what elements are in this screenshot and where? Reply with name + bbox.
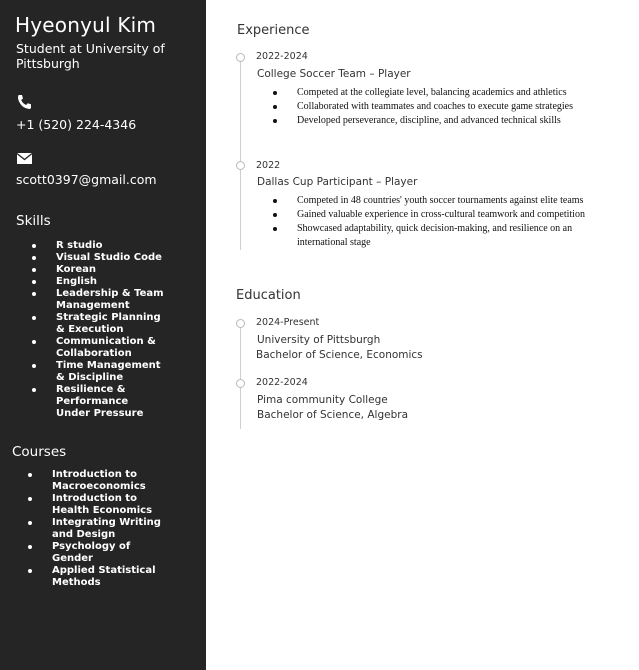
experience-timeline (240, 57, 241, 250)
person-title: Student at University of Pittsburgh (16, 41, 165, 71)
timeline-dot (236, 379, 245, 388)
person-name: Hyeonyul Kim (15, 13, 157, 37)
phone-icon (16, 94, 34, 110)
skill-item: Visual Studio Code (32, 252, 164, 264)
experience-date: 2022-2024 (256, 51, 308, 62)
skill-item: R studio (32, 240, 164, 252)
bullet-item: Competed at the collegiate level, balanc… (273, 86, 597, 100)
education-school: University of Pittsburgh (257, 334, 381, 346)
courses-list: Introduction to Macroeconomics Introduct… (28, 469, 167, 589)
education-degree: Bachelor of Science, Economics (256, 349, 423, 361)
education-date: 2024-Present (256, 317, 320, 328)
timeline-dot (236, 53, 245, 62)
education-heading: Education (236, 288, 301, 303)
course-item: Introduction to Health Economics (28, 493, 167, 517)
resume-page: Hyeonyul Kim Student at University of Pi… (0, 0, 639, 670)
experience-heading: Experience (237, 23, 310, 38)
experience-date: 2022 (256, 160, 281, 171)
envelope-icon (16, 151, 34, 167)
timeline-dot (236, 161, 245, 170)
email-address[interactable]: scott0397@gmail.com (16, 172, 157, 187)
course-item: Psychology of Gender (28, 541, 167, 565)
experience-bullets: Competed at the collegiate level, balanc… (273, 86, 597, 128)
bullet-item: Competed in 48 countries' youth soccer t… (273, 194, 589, 208)
courses-heading: Courses (12, 444, 67, 460)
skill-item: Leadership & Team Management (32, 288, 164, 311)
phone-number[interactable]: +1 (520) 224-4346 (16, 117, 136, 132)
bullet-item: Showcased adaptability, quick decision-m… (273, 222, 589, 250)
skill-item: Strategic Planning & Execution (32, 312, 164, 336)
skill-item: Time Management & Discipline (32, 360, 164, 384)
skills-list: R studio Visual Studio Code Korean Engli… (32, 240, 164, 420)
skill-item: Resilience & Performance Under Pressure (32, 384, 164, 420)
experience-title: College Soccer Team – Player (257, 68, 411, 80)
course-item: Introduction to Macroeconomics (28, 469, 167, 493)
education-school: Pima community College (257, 394, 388, 406)
skills-heading: Skills (16, 213, 51, 229)
skill-item: Korean (32, 264, 164, 276)
education-date: 2022-2024 (256, 377, 308, 388)
timeline-dot (236, 319, 245, 328)
bullet-item: Gained valuable experience in cross-cult… (273, 208, 589, 222)
bullet-item: Collaborated with teammates and coaches … (273, 100, 597, 114)
skill-item: English (32, 276, 164, 288)
skill-item: Communication & Collaboration (32, 336, 164, 360)
main-content: Experience 2022-2024 College Soccer Team… (206, 0, 639, 670)
education-timeline (240, 323, 241, 429)
course-item: Applied Statistical Methods (28, 565, 167, 589)
course-item: Integrating Writing and Design (28, 517, 167, 541)
sidebar: Hyeonyul Kim Student at University of Pi… (0, 0, 206, 670)
experience-bullets: Competed in 48 countries' youth soccer t… (273, 194, 589, 250)
bullet-item: Developed perseverance, discipline, and … (273, 114, 597, 128)
education-degree: Bachelor of Science, Algebra (257, 409, 408, 421)
experience-title: Dallas Cup Participant – Player (257, 176, 418, 188)
